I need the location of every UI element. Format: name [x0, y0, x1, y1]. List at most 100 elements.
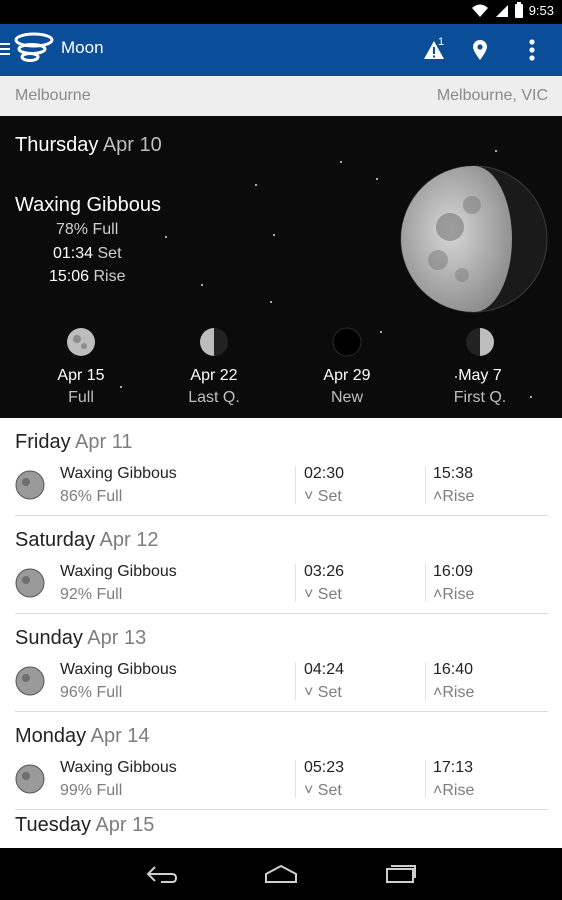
- column-divider: [425, 466, 426, 504]
- rise-column: 16:09 ˄Rise: [433, 563, 474, 604]
- waxing-gibbous-moon-icon: [400, 165, 548, 313]
- upcoming-phase-4[interactable]: May 7 First Q.: [425, 327, 535, 407]
- rise-column: 17:13 ˄Rise: [433, 759, 474, 800]
- upcoming-label: Last Q.: [188, 389, 240, 406]
- upcoming-date: Apr 15: [57, 367, 105, 384]
- day-date: Apr 13: [87, 627, 147, 649]
- day-date: Apr 14: [90, 725, 150, 747]
- set-time: 02:30: [304, 465, 345, 482]
- day-weekday: Saturday: [15, 529, 96, 551]
- day-heading: Monday Apr 14: [15, 725, 150, 748]
- rise-time: 16:09: [433, 563, 474, 580]
- last-quarter-moon-icon: [200, 328, 228, 356]
- rise-label: Rise: [442, 684, 475, 701]
- upcoming-phase-1[interactable]: Apr 15 Full: [26, 327, 136, 407]
- location-pin-icon: [473, 40, 487, 60]
- overflow-menu-button[interactable]: [516, 34, 548, 66]
- home-icon: [265, 864, 297, 883]
- hero-set: 01:34 Set: [53, 245, 122, 263]
- app-bar: Moon 1: [0, 24, 562, 76]
- set-column: 03:26 ˅ Set: [304, 563, 344, 604]
- day-row[interactable]: Saturday Apr 12 Waxing Gibbous 92% Full …: [0, 516, 562, 614]
- signal-icon: [495, 4, 508, 17]
- overflow-menu-icon: [529, 39, 535, 61]
- location-bar[interactable]: Melbourne Melbourne, VIC: [0, 76, 562, 116]
- column-divider: [295, 466, 296, 504]
- set-column: 05:23 ˅ Set: [304, 759, 344, 800]
- set-column: 04:24 ˅ Set: [304, 661, 344, 702]
- day-weekday: Sunday: [15, 627, 83, 649]
- rise-label: Rise: [442, 586, 475, 603]
- recents-icon: [386, 865, 416, 883]
- full-moon-icon: [67, 328, 95, 356]
- back-button[interactable]: [140, 858, 184, 890]
- upcoming-label: First Q.: [453, 389, 507, 406]
- day-date: Apr 12: [99, 529, 159, 551]
- set-label: Set: [317, 586, 342, 603]
- status-bar: 9:53: [0, 0, 562, 24]
- day-row[interactable]: Monday Apr 14 Waxing Gibbous 99% Full 05…: [0, 712, 562, 810]
- set-label: Set: [317, 488, 342, 505]
- alerts-count: 1: [438, 36, 445, 48]
- day-row[interactable]: Friday Apr 11 Waxing Gibbous 86% Full 02…: [0, 418, 562, 516]
- day-weekday: Friday: [15, 431, 71, 453]
- gibbous-moon-icon: [15, 568, 45, 598]
- day-row[interactable]: Tuesday Apr 15: [0, 810, 562, 848]
- hero-set-time: 01:34: [53, 245, 94, 262]
- recents-button[interactable]: [379, 858, 423, 890]
- upcoming-phase-3[interactable]: Apr 29 New: [292, 327, 402, 407]
- hero-phase: Waxing Gibbous: [15, 194, 161, 216]
- day-phase: Waxing Gibbous: [60, 661, 177, 678]
- day-heading: Tuesday Apr 15: [15, 814, 154, 837]
- day-weekday: Tuesday: [15, 814, 91, 836]
- app-title: Moon: [61, 38, 104, 57]
- day-percent: 86% Full: [60, 488, 123, 505]
- day-heading: Saturday Apr 12: [15, 529, 158, 552]
- gibbous-moon-icon: [15, 470, 45, 500]
- set-time: 04:24: [304, 661, 345, 678]
- wifi-icon: [471, 4, 488, 17]
- rise-time: 15:38: [433, 465, 474, 482]
- up-arrow-icon: ˄: [433, 684, 443, 701]
- location-button[interactable]: [464, 34, 496, 66]
- upcoming-date: May 7: [458, 367, 502, 384]
- set-time: 05:23: [304, 759, 345, 776]
- column-divider: [425, 760, 426, 798]
- new-moon-icon: [332, 327, 362, 357]
- rise-label-row: ˄Rise: [433, 782, 474, 800]
- set-column: 02:30 ˅ Set: [304, 465, 344, 506]
- day-weekday: Monday: [15, 725, 87, 747]
- set-label: Set: [317, 684, 342, 701]
- status-time: 9:53: [528, 3, 554, 18]
- column-divider: [295, 662, 296, 700]
- down-arrow-icon: ˅: [304, 684, 314, 701]
- gibbous-moon-icon: [15, 666, 45, 696]
- menu-icon[interactable]: [0, 40, 10, 55]
- first-quarter-moon-icon: [466, 328, 494, 356]
- day-percent: 92% Full: [60, 586, 123, 603]
- column-divider: [425, 564, 426, 602]
- battery-icon: [514, 1, 523, 18]
- day-phase: Waxing Gibbous: [60, 759, 177, 776]
- current-moon-panel: Thursday Apr 10 Waxing Gibbous 78% Full …: [0, 116, 562, 418]
- upcoming-date: Apr 22: [190, 367, 238, 384]
- app-logo-icon[interactable]: [14, 32, 54, 66]
- hero-percent: 78% Full: [56, 221, 119, 238]
- set-label-row: ˅ Set: [304, 782, 344, 800]
- rise-label: Rise: [442, 782, 475, 799]
- down-arrow-icon: ˅: [304, 782, 314, 799]
- hero-rise-time: 15:06: [49, 268, 90, 285]
- location-region: Melbourne, VIC: [436, 87, 548, 104]
- upcoming-phase-2[interactable]: Apr 22 Last Q.: [159, 327, 269, 407]
- up-arrow-icon: ˄: [433, 488, 443, 505]
- day-row[interactable]: Sunday Apr 13 Waxing Gibbous 96% Full 04…: [0, 614, 562, 712]
- warnings-button[interactable]: 1: [418, 34, 450, 66]
- day-percent: 99% Full: [60, 782, 123, 799]
- hero-set-label: Set: [97, 245, 122, 262]
- rise-label-row: ˄Rise: [433, 586, 474, 604]
- day-heading: Sunday Apr 13: [15, 627, 146, 650]
- column-divider: [425, 662, 426, 700]
- hero-date-text: Apr 10: [102, 134, 162, 156]
- set-time: 03:26: [304, 563, 345, 580]
- home-button[interactable]: [259, 858, 303, 890]
